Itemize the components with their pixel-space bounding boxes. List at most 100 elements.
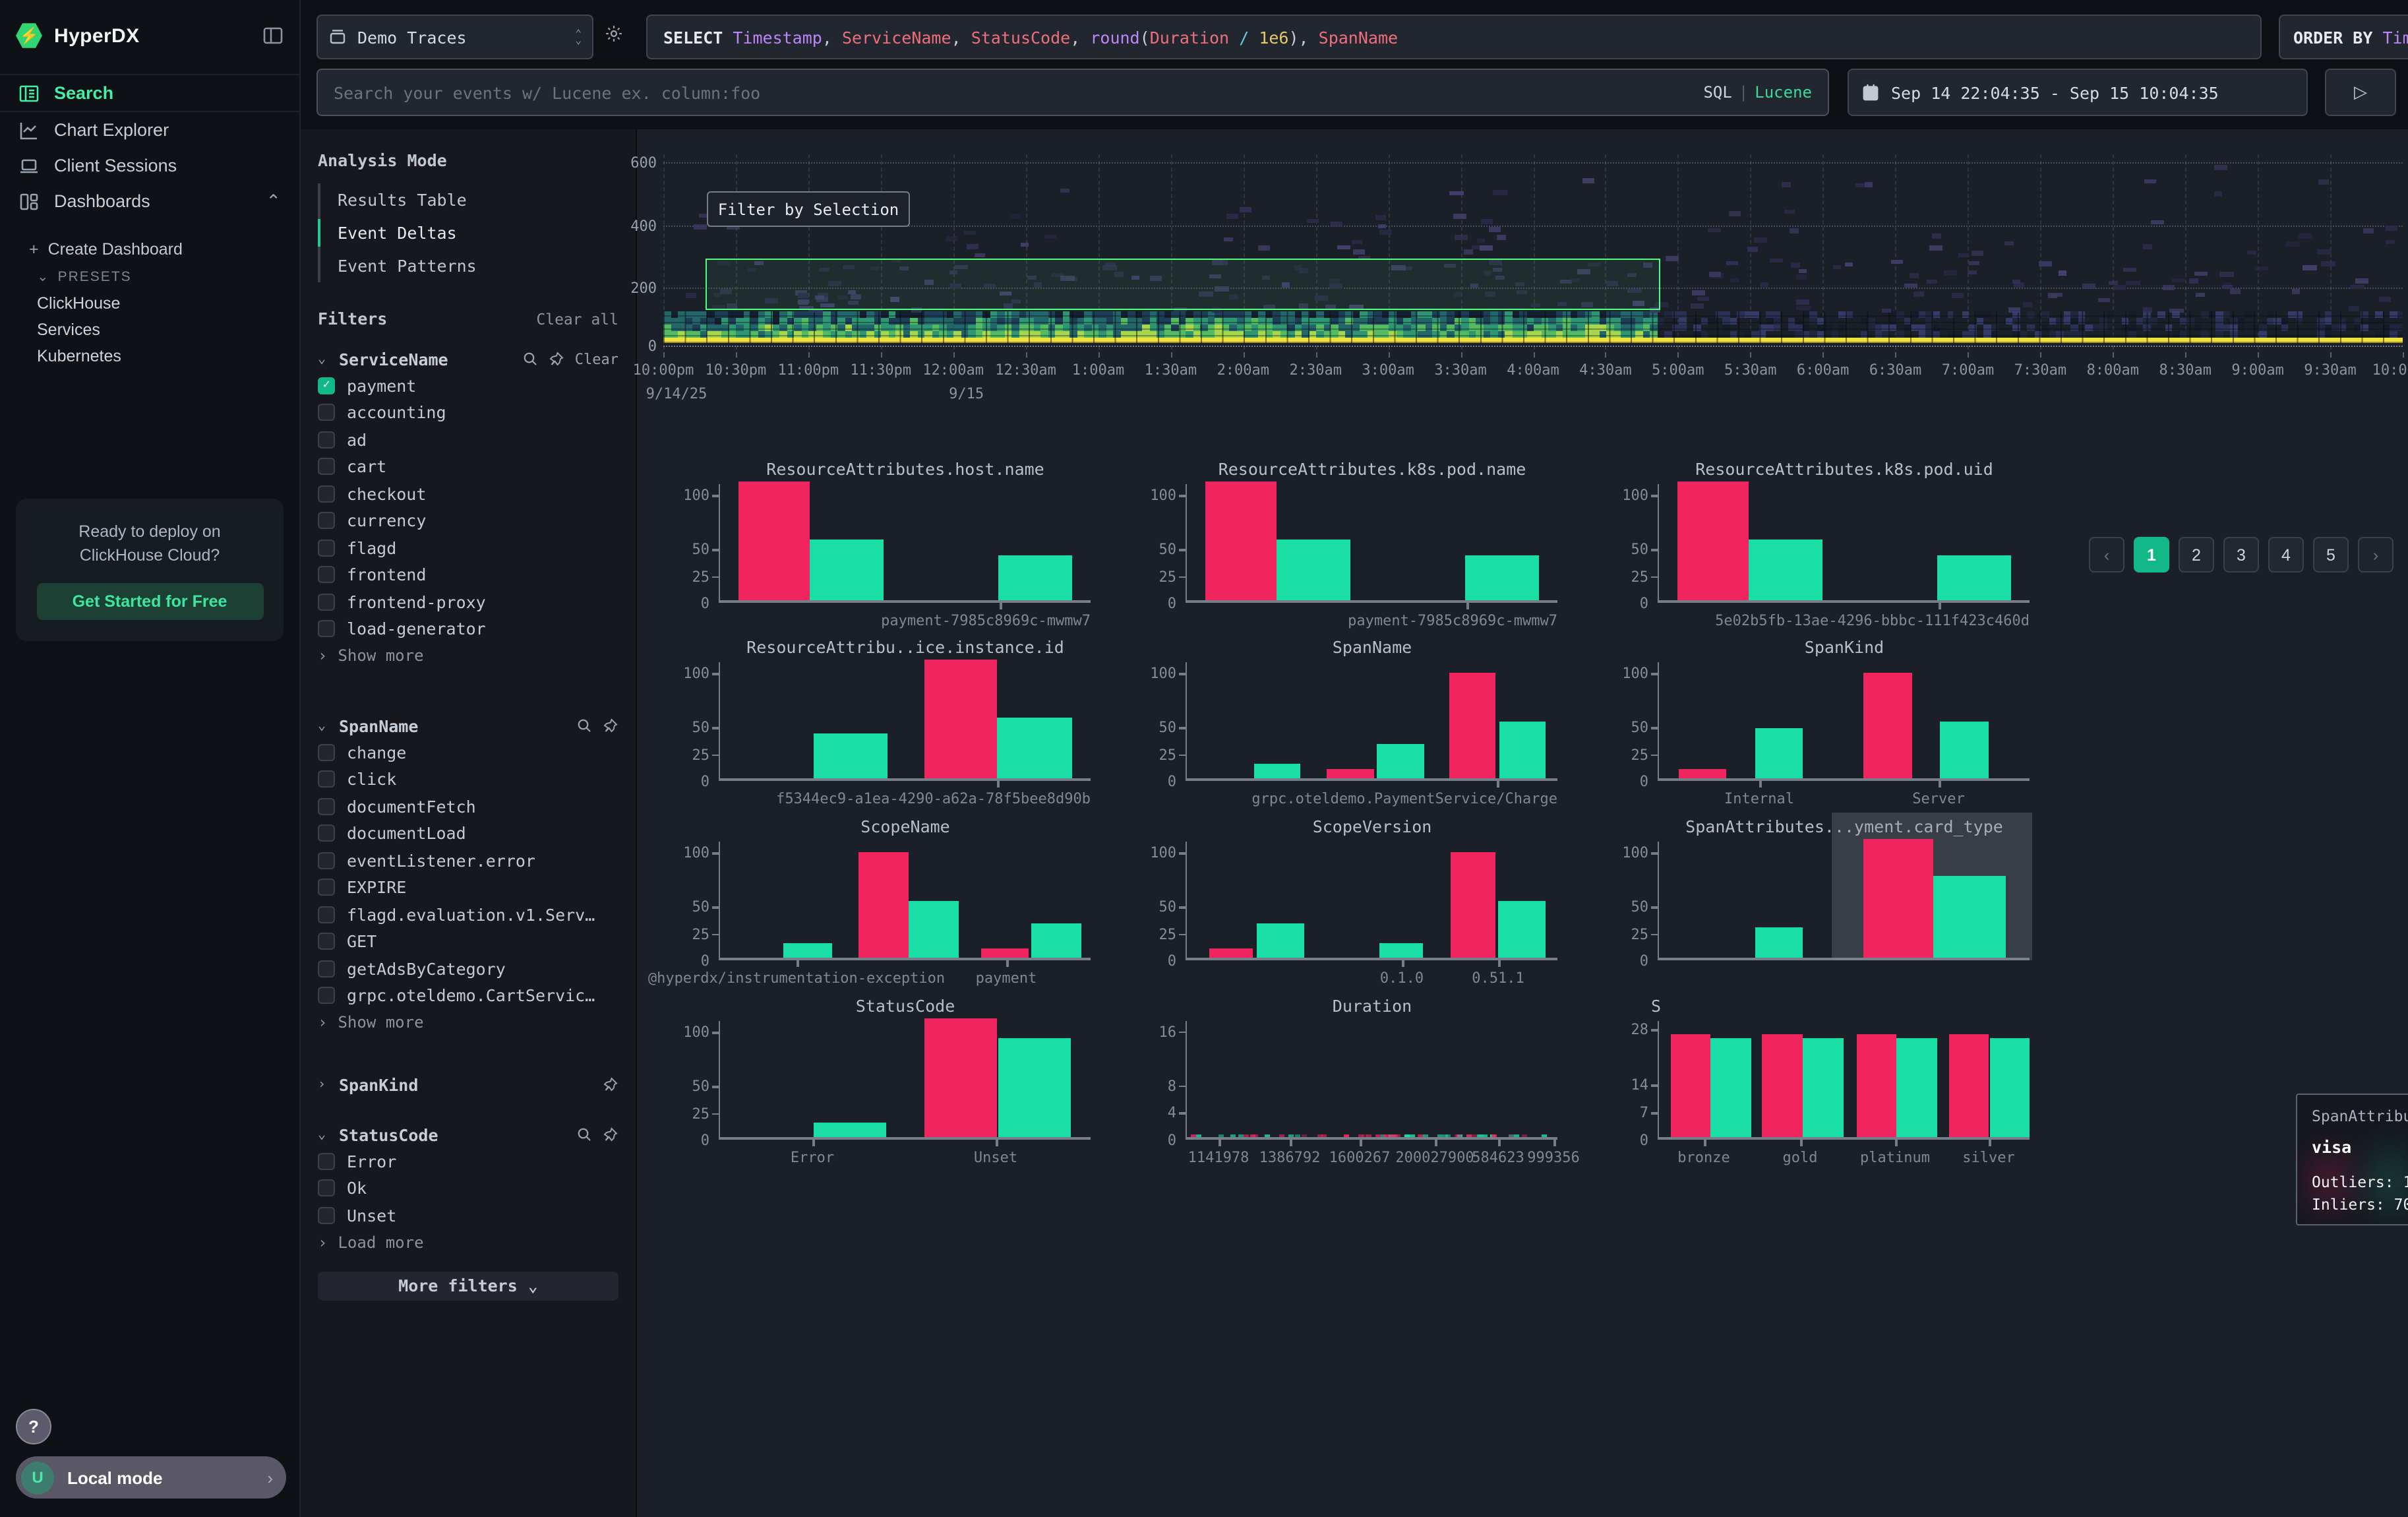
heatmap-plot[interactable]	[663, 154, 2403, 350]
filter-group-header[interactable]: ›SpanKind	[318, 1071, 618, 1098]
checkbox-unchecked[interactable]	[318, 987, 335, 1005]
user-menu[interactable]: U Local mode ›	[16, 1456, 286, 1499]
get-started-button[interactable]: Get Started for Free	[36, 583, 263, 620]
mini-chart-scopename[interactable]: ScopeName02550100@hyperdx/instrumentatio…	[719, 842, 1091, 960]
mini-chart-spanname[interactable]: SpanName02550100grpc.oteldemo.PaymentSer…	[1186, 662, 1557, 781]
filter-checkbox-row[interactable]: documentLoad	[318, 820, 618, 847]
preset-clickhouse[interactable]: ClickHouse	[0, 290, 299, 317]
heatmap-selection[interactable]	[705, 259, 1660, 310]
checkbox-unchecked[interactable]	[318, 404, 335, 421]
filter-checkbox-row[interactable]: Unset	[318, 1202, 618, 1229]
checkbox-unchecked[interactable]	[318, 1207, 335, 1224]
filter-checkbox-row[interactable]: currency	[318, 507, 618, 534]
help-button[interactable]: ?	[16, 1409, 51, 1444]
filter-show-more[interactable]: ›Show more	[318, 1009, 618, 1036]
checkbox-checked[interactable]: ✓	[318, 377, 335, 394]
pin-icon[interactable]	[603, 1076, 618, 1092]
checkbox-unchecked[interactable]	[318, 906, 335, 923]
page-prev-button[interactable]: ‹	[2089, 537, 2124, 573]
mini-chart-statuscode[interactable]: StatusCode02550100ErrorUnset	[719, 1021, 1091, 1140]
preset-services[interactable]: Services	[0, 317, 299, 343]
filter-checkbox-row[interactable]: getAdsByCategory	[318, 955, 618, 982]
pin-icon[interactable]	[549, 351, 564, 367]
checkbox-unchecked[interactable]	[318, 1153, 335, 1170]
clear-all-filters[interactable]: Clear all	[536, 309, 618, 328]
mini-chart-scopeversion[interactable]: ScopeVersion025501000.1.00.51.1	[1186, 842, 1557, 960]
checkbox-unchecked[interactable]	[318, 879, 335, 896]
filter-checkbox-row[interactable]: flagd.evaluation.v1.Serv…	[318, 901, 618, 928]
page-button-5[interactable]: 5	[2313, 537, 2349, 573]
presets-toggle[interactable]: ⌄ PRESETS	[0, 264, 299, 290]
filter-checkbox-row[interactable]: GET	[318, 928, 618, 955]
filter-by-selection-button[interactable]: Filter by Selection	[707, 191, 910, 227]
filter-checkbox-row[interactable]: frontend	[318, 561, 618, 588]
filter-checkbox-row[interactable]: flagd	[318, 534, 618, 561]
preset-kubernetes[interactable]: Kubernetes	[0, 343, 299, 369]
search-icon[interactable]	[576, 1127, 592, 1142]
filter-checkbox-row[interactable]: load-generator	[318, 615, 618, 642]
gear-icon[interactable]	[604, 24, 624, 44]
analysis-mode-event-deltas[interactable]: Event Deltas	[320, 216, 618, 249]
mini-chart-spanattributes-yment-card-type[interactable]: SpanAttributes...yment.card_type02550100	[1658, 842, 2030, 960]
pin-icon[interactable]	[603, 718, 618, 733]
checkbox-unchecked[interactable]	[318, 852, 335, 869]
filter-checkbox-row[interactable]: Error	[318, 1148, 618, 1175]
select-expression-input[interactable]: SELECT Timestamp, ServiceName, StatusCod…	[646, 15, 2262, 59]
language-toggle[interactable]: SQL|Lucene	[1703, 83, 1812, 102]
filter-checkbox-row[interactable]: ✓payment	[318, 372, 618, 399]
checkbox-unchecked[interactable]	[318, 431, 335, 449]
filter-checkbox-row[interactable]: accounting	[318, 399, 618, 426]
filter-checkbox-row[interactable]: Ok	[318, 1175, 618, 1202]
sidebar-item-dashboards[interactable]: Dashboards⌃	[0, 183, 299, 219]
mini-chart-resourceattribu-ice-instance-id[interactable]: ResourceAttribu..ice.instance.id02550100…	[719, 662, 1091, 781]
mini-chart-resourceattributes-k8s-pod-name[interactable]: ResourceAttributes.k8s.pod.name02550100p…	[1186, 484, 1557, 603]
mini-chart-resourceattributes-k8s-pod-uid[interactable]: ResourceAttributes.k8s.pod.uid025501005e…	[1658, 484, 2030, 603]
search-icon[interactable]	[576, 718, 592, 733]
filter-show-more[interactable]: ›Show more	[318, 642, 618, 669]
filter-checkbox-row[interactable]: frontend-proxy	[318, 588, 618, 615]
run-query-button[interactable]: ▷	[2325, 69, 2396, 116]
filter-checkbox-row[interactable]: EXPIRE	[318, 874, 618, 901]
filter-group-header[interactable]: ⌄SpanName	[318, 712, 618, 739]
filter-group-header[interactable]: ⌄ServiceNameClear	[318, 346, 618, 372]
checkbox-unchecked[interactable]	[318, 621, 335, 638]
analysis-mode-event-patterns[interactable]: Event Patterns	[320, 249, 618, 282]
page-button-1[interactable]: 1	[2134, 537, 2169, 573]
checkbox-unchecked[interactable]	[318, 594, 335, 611]
checkbox-unchecked[interactable]	[318, 458, 335, 476]
checkbox-unchecked[interactable]	[318, 744, 335, 761]
filter-group-header[interactable]: ⌄StatusCode	[318, 1121, 618, 1148]
page-button-3[interactable]: 3	[2223, 537, 2259, 573]
filter-checkbox-row[interactable]: checkout	[318, 480, 618, 507]
source-select[interactable]: Demo Traces ⌃⌄	[316, 15, 593, 59]
filter-checkbox-row[interactable]: ad	[318, 426, 618, 453]
mini-chart-s[interactable]: S071428bronzegoldplatinumsilver	[1658, 1021, 2030, 1140]
sidebar-item-search[interactable]: Search	[0, 74, 299, 112]
date-range-picker[interactable]: Sep 14 22:04:35 - Sep 15 10:04:35	[1848, 69, 2308, 116]
filter-checkbox-row[interactable]: documentFetch	[318, 793, 618, 820]
pin-icon[interactable]	[603, 1127, 618, 1142]
analysis-mode-results-table[interactable]: Results Table	[320, 183, 618, 216]
order-by-input[interactable]: ORDER BY Timestamp DESC	[2279, 15, 2408, 59]
checkbox-unchecked[interactable]	[318, 825, 335, 842]
filter-checkbox-row[interactable]: eventListener.error	[318, 847, 618, 874]
checkbox-unchecked[interactable]	[318, 1180, 335, 1197]
checkbox-unchecked[interactable]	[318, 933, 335, 950]
page-button-4[interactable]: 4	[2268, 537, 2304, 573]
checkbox-unchecked[interactable]	[318, 798, 335, 815]
checkbox-unchecked[interactable]	[318, 512, 335, 530]
mini-chart-resourceattributes-host-name[interactable]: ResourceAttributes.host.name02550100paym…	[719, 484, 1091, 603]
sidebar-item-chart-explorer[interactable]: Chart Explorer	[0, 112, 299, 148]
sidebar-item-client-sessions[interactable]: Client Sessions	[0, 148, 299, 183]
more-filters-button[interactable]: More filters⌄	[318, 1271, 618, 1300]
page-button-2[interactable]: 2	[2179, 537, 2214, 573]
collapse-sidebar-icon[interactable]	[262, 25, 284, 46]
checkbox-unchecked[interactable]	[318, 960, 335, 977]
filter-show-more[interactable]: ›Load more	[318, 1229, 618, 1255]
checkbox-unchecked[interactable]	[318, 485, 335, 503]
checkbox-unchecked[interactable]	[318, 540, 335, 557]
filter-checkbox-row[interactable]: cart	[318, 453, 618, 480]
create-dashboard-button[interactable]: + Create Dashboard	[0, 235, 299, 264]
checkbox-unchecked[interactable]	[318, 567, 335, 584]
search-icon[interactable]	[522, 351, 538, 367]
